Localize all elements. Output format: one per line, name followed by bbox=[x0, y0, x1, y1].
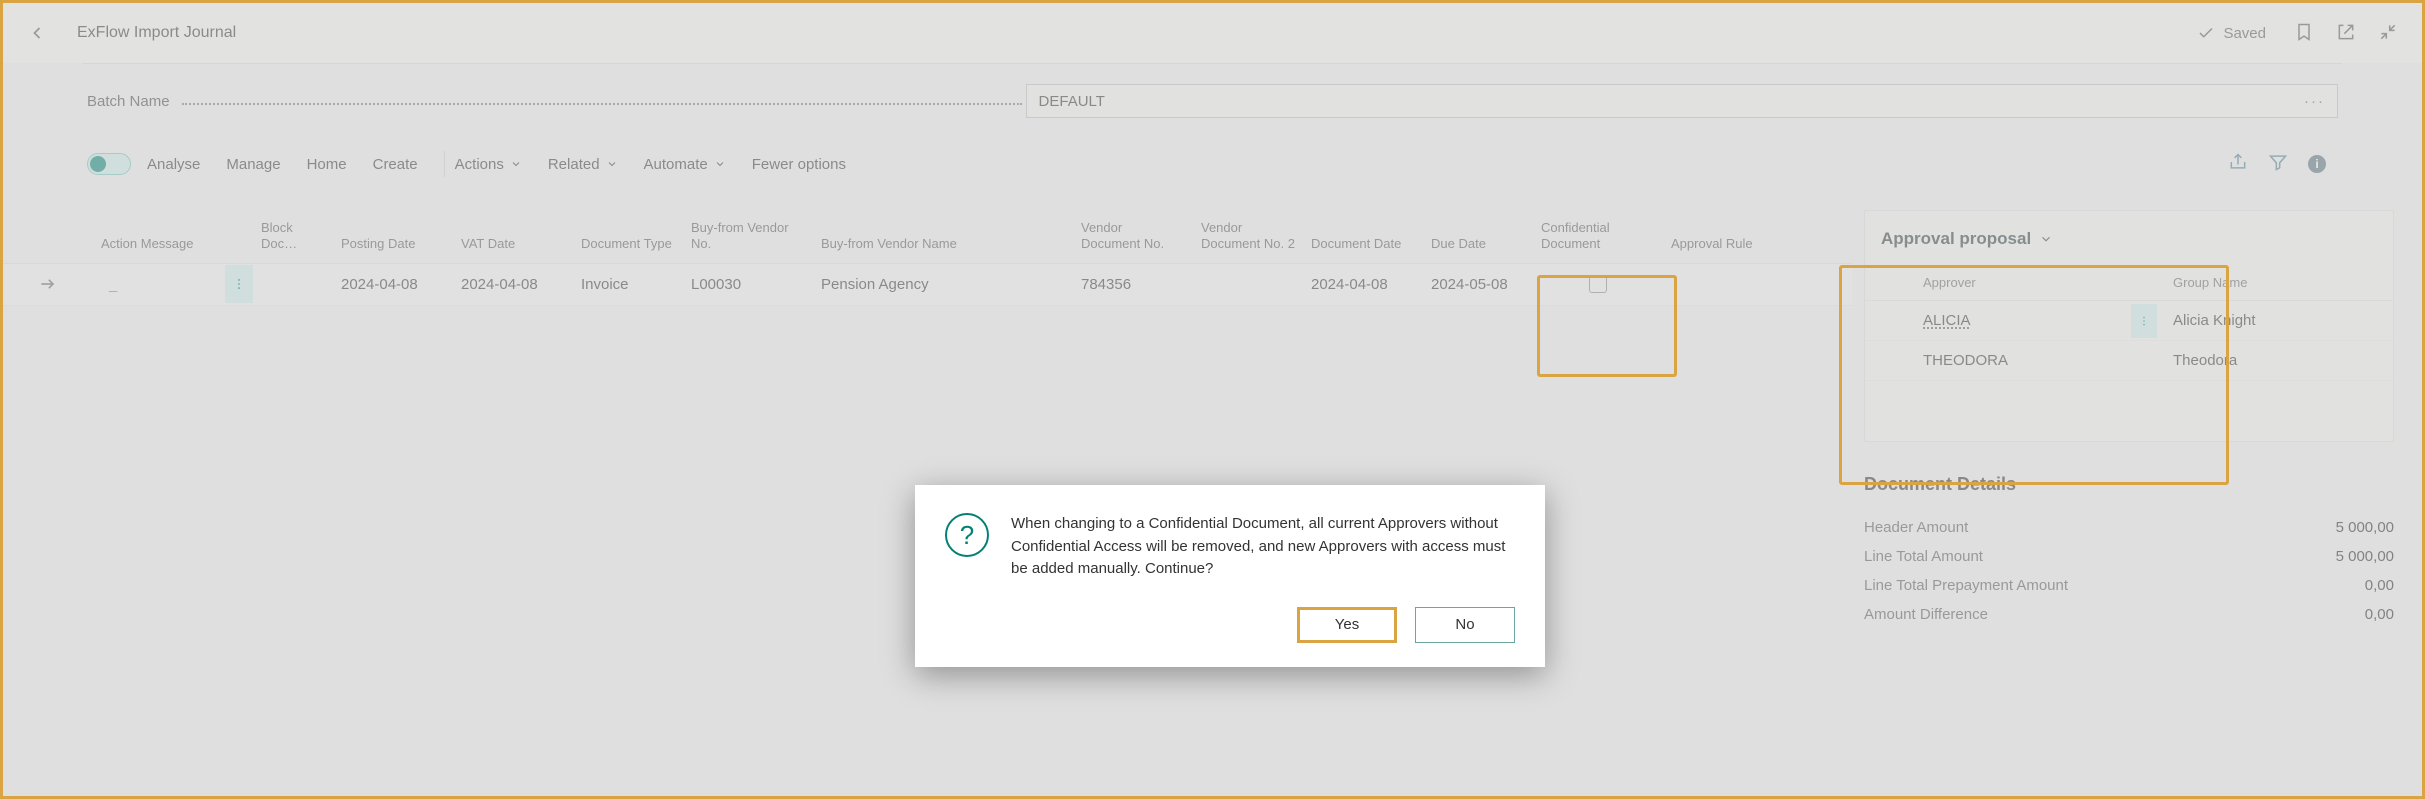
page-title: ExFlow Import Journal bbox=[77, 24, 236, 42]
no-button[interactable]: No bbox=[1415, 607, 1515, 643]
cell-action-message: _ bbox=[101, 276, 117, 293]
detail-label: Header Amount bbox=[1864, 519, 1968, 536]
confirm-dialog: ? When changing to a Confidential Docume… bbox=[915, 485, 1545, 667]
cell-due-date: 2024-05-08 bbox=[1423, 276, 1533, 293]
col-document-type[interactable]: Document Type bbox=[573, 236, 683, 252]
approval-proposal-header[interactable]: Approval proposal bbox=[1865, 211, 2393, 263]
home-tab[interactable]: Home bbox=[307, 156, 347, 173]
chevron-down-icon bbox=[510, 158, 522, 170]
row-menu-button[interactable] bbox=[2131, 304, 2157, 338]
cell-vat-date: 2024-04-08 bbox=[453, 276, 573, 293]
batch-row: Batch Name DEFAULT ··· bbox=[3, 64, 2422, 140]
col-block-doc[interactable]: Block Doc… bbox=[253, 220, 333, 253]
detail-label: Line Total Amount bbox=[1864, 548, 1983, 565]
question-icon: ? bbox=[945, 513, 989, 557]
batch-label: Batch Name bbox=[87, 93, 170, 110]
row-menu-button[interactable] bbox=[225, 265, 253, 303]
automate-label: Automate bbox=[644, 156, 708, 173]
col-due-date[interactable]: Due Date bbox=[1423, 236, 1533, 252]
col-vendor-doc-no[interactable]: Vendor Document No. bbox=[1073, 220, 1193, 253]
detail-value: 5 000,00 bbox=[2336, 519, 2394, 536]
cell-vendor-name: Pension Agency bbox=[813, 276, 1073, 293]
detail-value: 0,00 bbox=[2365, 577, 2394, 594]
analyse-toggle[interactable] bbox=[87, 153, 131, 175]
col-posting-date[interactable]: Posting Date bbox=[333, 236, 453, 252]
col-approver[interactable]: Approver bbox=[1915, 275, 2115, 290]
row-indicator-icon bbox=[3, 274, 93, 294]
detail-row: Header Amount 5 000,00 bbox=[1864, 513, 2394, 542]
related-label: Related bbox=[548, 156, 600, 173]
cell-document-type: Invoice bbox=[573, 276, 683, 293]
detail-row: Amount Difference 0,00 bbox=[1864, 600, 2394, 629]
approval-row[interactable]: ALICIA Alicia Knight bbox=[1865, 301, 2393, 341]
group-name: Alicia Knight bbox=[2165, 312, 2345, 329]
approval-row[interactable]: THEODORA Theodora bbox=[1865, 341, 2393, 381]
cell-vendor-doc-no: 784356 bbox=[1073, 276, 1193, 293]
toolbar: Analyse Manage Home Create Actions Relat… bbox=[3, 140, 2422, 188]
table-header: Action Message Block Doc… Posting Date V… bbox=[3, 210, 1852, 264]
col-vat-date[interactable]: VAT Date bbox=[453, 236, 573, 252]
col-document-date[interactable]: Document Date bbox=[1303, 236, 1423, 252]
cell-vendor-no: L00030 bbox=[683, 276, 813, 293]
table-row[interactable]: _ 2024-04-08 2024-04-08 Invoice L00030 P… bbox=[3, 264, 1852, 306]
batch-dots bbox=[182, 91, 1022, 105]
detail-label: Amount Difference bbox=[1864, 606, 1988, 623]
batch-lookup-icon[interactable]: ··· bbox=[2304, 93, 2325, 110]
info-icon[interactable]: i bbox=[2308, 155, 2326, 173]
chevron-down-icon bbox=[2039, 232, 2053, 246]
titlebar: ExFlow Import Journal Saved bbox=[3, 3, 2422, 63]
bookmark-icon[interactable] bbox=[2294, 22, 2314, 45]
col-approval-rule[interactable]: Approval Rule bbox=[1663, 236, 1793, 252]
col-vendor-no[interactable]: Buy-from Vendor No. bbox=[683, 220, 813, 253]
detail-value: 5 000,00 bbox=[2336, 548, 2394, 565]
detail-label: Line Total Prepayment Amount bbox=[1864, 577, 2068, 594]
fewer-options[interactable]: Fewer options bbox=[752, 156, 846, 173]
detail-row: Line Total Amount 5 000,00 bbox=[1864, 542, 2394, 571]
analyse-tab[interactable]: Analyse bbox=[147, 156, 200, 173]
document-details: Document Details Header Amount 5 000,00 … bbox=[1864, 464, 2394, 629]
saved-indicator: Saved bbox=[2197, 24, 2266, 42]
back-button[interactable] bbox=[15, 11, 59, 55]
cell-posting-date: 2024-04-08 bbox=[333, 276, 453, 293]
related-menu[interactable]: Related bbox=[548, 156, 618, 173]
open-new-icon[interactable] bbox=[2336, 22, 2356, 45]
col-vendor-name[interactable]: Buy-from Vendor Name bbox=[813, 236, 1073, 252]
dialog-message: When changing to a Confidential Document… bbox=[1011, 513, 1515, 581]
confidential-checkbox[interactable] bbox=[1589, 275, 1607, 293]
approver-link[interactable]: ALICIA bbox=[1923, 312, 1971, 329]
details-title: Document Details bbox=[1864, 474, 2394, 495]
approval-title: Approval proposal bbox=[1881, 229, 2031, 249]
batch-value: DEFAULT bbox=[1039, 93, 2304, 110]
col-vendor-doc-no2[interactable]: Vendor Document No. 2 bbox=[1193, 220, 1303, 253]
actions-menu[interactable]: Actions bbox=[455, 156, 522, 173]
create-tab[interactable]: Create bbox=[373, 156, 418, 173]
actions-label: Actions bbox=[455, 156, 504, 173]
col-action-message[interactable]: Action Message bbox=[93, 236, 253, 252]
saved-label: Saved bbox=[2223, 25, 2266, 42]
col-group[interactable]: Group Name bbox=[2165, 275, 2345, 290]
share-icon[interactable] bbox=[2228, 152, 2248, 176]
detail-value: 0,00 bbox=[2365, 606, 2394, 623]
chevron-down-icon bbox=[606, 158, 618, 170]
yes-button[interactable]: Yes bbox=[1297, 607, 1397, 643]
chevron-down-icon bbox=[714, 158, 726, 170]
collapse-icon[interactable] bbox=[2378, 22, 2398, 45]
cell-document-date: 2024-04-08 bbox=[1303, 276, 1423, 293]
col-confidential[interactable]: Confidential Document bbox=[1533, 220, 1663, 253]
approver-name[interactable]: THEODORA bbox=[1915, 352, 2115, 369]
batch-name-input[interactable]: DEFAULT ··· bbox=[1026, 84, 2338, 118]
automate-menu[interactable]: Automate bbox=[644, 156, 726, 173]
group-name: Theodora bbox=[2165, 352, 2345, 369]
approval-table-header: Approver Group Name bbox=[1865, 263, 2393, 301]
detail-row: Line Total Prepayment Amount 0,00 bbox=[1864, 571, 2394, 600]
manage-tab[interactable]: Manage bbox=[226, 156, 280, 173]
filter-icon[interactable] bbox=[2268, 152, 2288, 176]
